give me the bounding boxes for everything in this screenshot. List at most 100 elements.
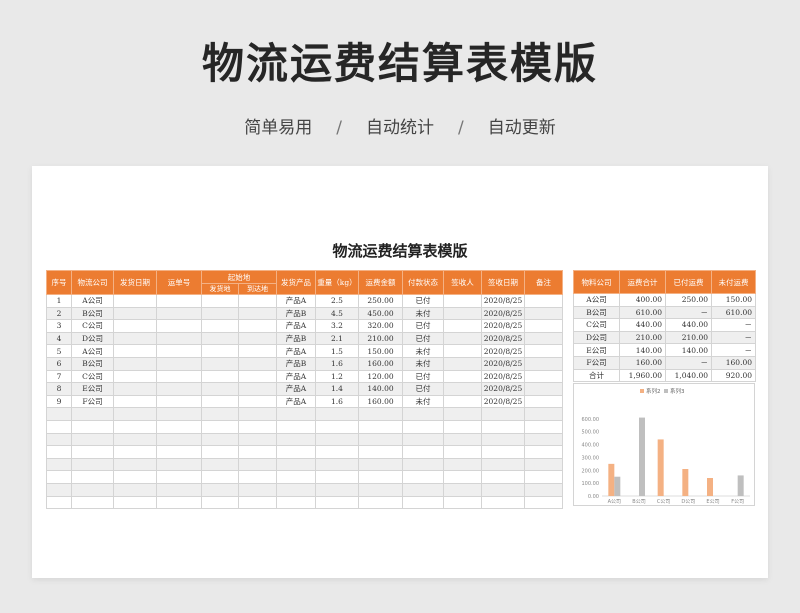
cell-ship-date[interactable] <box>113 356 157 371</box>
cell-amount[interactable]: 150.00 <box>358 344 403 358</box>
cell-receiver[interactable] <box>443 407 482 421</box>
cell-origin[interactable] <box>201 419 239 434</box>
cell-remark[interactable] <box>524 457 563 472</box>
summary-cell-paid[interactable]: － <box>665 355 712 370</box>
cell-status[interactable] <box>402 470 444 484</box>
cell-ship-date[interactable] <box>113 331 157 346</box>
cell-seq[interactable] <box>46 482 72 497</box>
cell-remark[interactable] <box>524 419 563 434</box>
cell-status[interactable]: 已付 <box>402 369 444 384</box>
cell-ship-date[interactable] <box>113 432 157 447</box>
cell-status[interactable]: 未付 <box>402 344 444 358</box>
cell-ship-date[interactable] <box>113 394 157 409</box>
cell-status[interactable]: 已付 <box>402 382 444 396</box>
cell-remark[interactable] <box>524 356 563 371</box>
cell-origin[interactable] <box>201 369 239 384</box>
cell-ship-date[interactable] <box>113 495 157 510</box>
summary-cell-paid[interactable]: 250.00 <box>665 293 712 307</box>
cell-dest[interactable] <box>238 356 277 371</box>
cell-product[interactable] <box>276 470 316 484</box>
cell-weight[interactable]: 2.1 <box>315 331 359 346</box>
cell-receiver[interactable] <box>443 457 482 472</box>
cell-receiver[interactable] <box>443 495 482 510</box>
cell-amount[interactable]: 160.00 <box>358 394 403 409</box>
cell-dest[interactable] <box>238 457 277 472</box>
cell-waybill[interactable] <box>156 344 202 358</box>
cell-company[interactable]: C公司 <box>71 319 114 333</box>
summary-cell-total[interactable]: 440.00 <box>619 318 666 332</box>
cell-product[interactable]: 产品A <box>276 319 316 333</box>
cell-sign-date[interactable] <box>481 445 525 459</box>
cell-weight[interactable] <box>315 407 359 421</box>
cell-company[interactable]: F公司 <box>71 394 114 409</box>
cell-waybill[interactable] <box>156 306 202 321</box>
cell-waybill[interactable] <box>156 394 202 409</box>
summary-cell-unpaid[interactable]: － <box>711 330 756 345</box>
cell-origin[interactable] <box>201 294 239 308</box>
cell-status[interactable] <box>402 482 444 497</box>
cell-weight[interactable] <box>315 495 359 510</box>
summary-cell-total[interactable]: 1,960.00 <box>619 368 666 383</box>
cell-product[interactable]: 产品B <box>276 331 316 346</box>
summary-cell-unpaid[interactable]: － <box>711 318 756 332</box>
cell-product[interactable] <box>276 419 316 434</box>
cell-sign-date[interactable]: 2020/8/25 <box>481 356 525 371</box>
cell-amount[interactable]: 320.00 <box>358 319 403 333</box>
cell-amount[interactable] <box>358 407 403 421</box>
cell-origin[interactable] <box>201 495 239 510</box>
cell-company[interactable] <box>71 470 114 484</box>
cell-amount[interactable]: 140.00 <box>358 382 403 396</box>
cell-company[interactable]: B公司 <box>71 306 114 321</box>
summary-cell-company[interactable]: B公司 <box>573 305 620 320</box>
cell-ship-date[interactable] <box>113 482 157 497</box>
cell-status[interactable] <box>402 407 444 421</box>
cell-ship-date[interactable] <box>113 445 157 459</box>
cell-sign-date[interactable] <box>481 432 525 447</box>
cell-origin[interactable] <box>201 470 239 484</box>
cell-product[interactable]: 产品A <box>276 344 316 358</box>
cell-remark[interactable] <box>524 445 563 459</box>
cell-company[interactable]: A公司 <box>71 294 114 308</box>
cell-weight[interactable] <box>315 419 359 434</box>
cell-status[interactable]: 已付 <box>402 294 444 308</box>
cell-ship-date[interactable] <box>113 419 157 434</box>
summary-cell-paid[interactable]: 140.00 <box>665 343 712 357</box>
summary-cell-paid[interactable]: 210.00 <box>665 330 712 345</box>
cell-remark[interactable] <box>524 432 563 447</box>
cell-product[interactable]: 产品B <box>276 356 316 371</box>
cell-ship-date[interactable] <box>113 344 157 358</box>
summary-cell-company[interactable]: E公司 <box>573 343 620 357</box>
cell-waybill[interactable] <box>156 331 202 346</box>
cell-status[interactable] <box>402 432 444 447</box>
cell-waybill[interactable] <box>156 470 202 484</box>
cell-seq[interactable]: 8 <box>46 382 72 396</box>
summary-cell-company[interactable]: F公司 <box>573 355 620 370</box>
cell-waybill[interactable] <box>156 432 202 447</box>
cell-amount[interactable]: 250.00 <box>358 294 403 308</box>
cell-sign-date[interactable]: 2020/8/25 <box>481 306 525 321</box>
cell-receiver[interactable] <box>443 419 482 434</box>
cell-amount[interactable] <box>358 419 403 434</box>
cell-status[interactable] <box>402 495 444 510</box>
cell-company[interactable] <box>71 457 114 472</box>
summary-cell-total[interactable]: 160.00 <box>619 355 666 370</box>
cell-remark[interactable] <box>524 306 563 321</box>
cell-seq[interactable] <box>46 407 72 421</box>
cell-dest[interactable] <box>238 394 277 409</box>
cell-ship-date[interactable] <box>113 457 157 472</box>
cell-dest[interactable] <box>238 419 277 434</box>
cell-waybill[interactable] <box>156 457 202 472</box>
cell-amount[interactable]: 450.00 <box>358 306 403 321</box>
cell-product[interactable]: 产品A <box>276 382 316 396</box>
cell-receiver[interactable] <box>443 331 482 346</box>
cell-company[interactable]: A公司 <box>71 344 114 358</box>
cell-waybill[interactable] <box>156 482 202 497</box>
summary-cell-unpaid[interactable]: － <box>711 343 756 357</box>
cell-ship-date[interactable] <box>113 407 157 421</box>
cell-sign-date[interactable]: 2020/8/25 <box>481 344 525 358</box>
summary-cell-company[interactable]: A公司 <box>573 293 620 307</box>
cell-status[interactable]: 未付 <box>402 306 444 321</box>
cell-status[interactable]: 已付 <box>402 331 444 346</box>
cell-sign-date[interactable]: 2020/8/25 <box>481 369 525 384</box>
cell-remark[interactable] <box>524 331 563 346</box>
